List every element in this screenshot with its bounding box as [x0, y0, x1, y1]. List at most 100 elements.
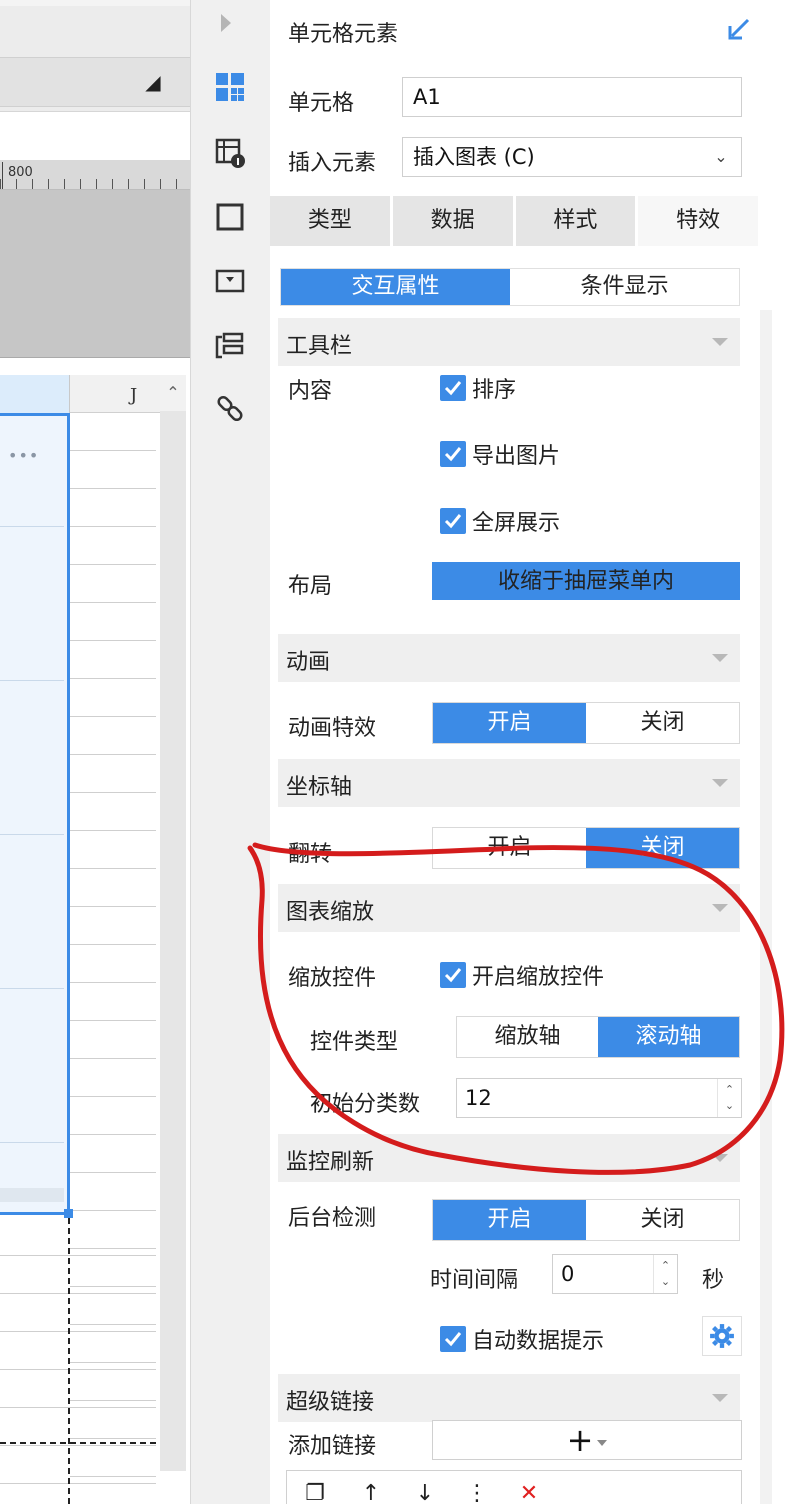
subtab-condition[interactable]: 条件显示: [510, 269, 739, 305]
move-up-icon[interactable]: ↑: [357, 1479, 385, 1504]
interval-unit: 秒: [702, 1268, 725, 1293]
property-tabs: 类型 数据 样式 特效: [270, 196, 758, 246]
fullscreen-checkbox[interactable]: 全屏展示: [440, 505, 560, 537]
enable-zoom-checkbox[interactable]: 开启缩放控件: [440, 959, 604, 991]
section-monitor-refresh[interactable]: 监控刷新: [278, 1134, 740, 1182]
cell-input[interactable]: A1: [402, 77, 742, 117]
auto-data-tip-checkbox[interactable]: 自动数据提示: [440, 1323, 604, 1355]
detect-off-option[interactable]: 关闭: [586, 1200, 739, 1240]
export-image-checkbox[interactable]: 导出图片: [440, 438, 560, 470]
add-link-label: 添加链接: [288, 1434, 377, 1459]
gear-icon[interactable]: [702, 1316, 742, 1356]
tab-data[interactable]: 数据: [392, 196, 513, 246]
section-axis[interactable]: 坐标轴: [278, 759, 740, 807]
stepper-arrows-icon[interactable]: ⌃ ⌄: [653, 1255, 677, 1293]
effects-subtabs: 交互属性 条件显示: [280, 268, 740, 306]
section-caret-icon: [712, 904, 728, 912]
scroll-axis-option[interactable]: 滚动轴: [598, 1017, 739, 1057]
border-box-icon[interactable]: [211, 198, 249, 236]
horizontal-ruler: 800: [0, 160, 190, 190]
collapse-panel-icon[interactable]: [724, 14, 754, 44]
chevron-down-icon[interactable]: ⌄: [701, 138, 741, 176]
insert-element-value: 插入图表 (C): [413, 145, 535, 169]
format-painter-icon[interactable]: ◢: [140, 70, 166, 94]
checkbox-checked-icon: [440, 1326, 466, 1352]
flip-toggle: 开启 关闭: [432, 827, 740, 869]
background-detect-toggle: 开启 关闭: [432, 1199, 740, 1241]
sort-checkbox[interactable]: 排序: [440, 372, 516, 404]
cell-label: 单元格: [288, 91, 355, 116]
chart-cell-selection[interactable]: •••: [0, 413, 70, 1215]
tab-type[interactable]: 类型: [270, 196, 390, 246]
interval-value: 0: [561, 1262, 575, 1286]
widget-icon[interactable]: [211, 262, 249, 300]
section-caret-icon: [712, 1154, 728, 1162]
animation-off-option[interactable]: 关闭: [586, 703, 739, 743]
section-caret-icon: [712, 1394, 728, 1402]
expand-arrow-icon[interactable]: [221, 14, 231, 32]
tab-style[interactable]: 样式: [515, 196, 636, 246]
fullscreen-checkbox-label: 全屏展示: [472, 511, 561, 536]
cell-element-icon[interactable]: [211, 68, 249, 106]
column-header: J: [0, 375, 160, 413]
sheet-rows-below[interactable]: [0, 1218, 156, 1504]
plus-icon: +: [566, 1421, 594, 1459]
checkbox-checked-icon: [440, 375, 466, 401]
cell-style-icon[interactable]: [211, 326, 249, 364]
panel-title: 单元格元素: [288, 22, 399, 47]
resize-handle[interactable]: [64, 1209, 73, 1218]
layout-label: 布局: [288, 574, 333, 599]
detect-on-option[interactable]: 开启: [433, 1200, 586, 1240]
checkbox-checked-icon: [440, 441, 466, 467]
scroll-up-button[interactable]: ⌃: [160, 375, 186, 411]
section-chart-zoom[interactable]: 图表缩放: [278, 884, 740, 932]
vertical-scrollbar[interactable]: [160, 411, 186, 1471]
insert-element-select[interactable]: 插入图表 (C) ⌄: [402, 137, 742, 177]
sort-icon[interactable]: ⋮: [463, 1479, 491, 1504]
section-animation-title: 动画: [286, 650, 331, 675]
section-toolbar[interactable]: 工具栏: [278, 318, 740, 366]
layout-drawer-button[interactable]: 收缩于抽屉菜单内: [432, 562, 740, 600]
export-image-checkbox-label: 导出图片: [472, 444, 561, 469]
initial-category-count-label: 初始分类数: [310, 1092, 421, 1117]
interval-stepper[interactable]: 0 ⌃ ⌄: [552, 1254, 678, 1294]
section-hyperlink[interactable]: 超级链接: [278, 1374, 740, 1422]
animation-effect-label: 动画特效: [288, 716, 377, 741]
section-animation[interactable]: 动画: [278, 634, 740, 682]
subtab-interaction[interactable]: 交互属性: [281, 269, 510, 305]
content-label: 内容: [288, 379, 333, 404]
section-hyperlink-title: 超级链接: [286, 1390, 375, 1415]
flip-off-option[interactable]: 关闭: [586, 828, 739, 868]
column-j-label[interactable]: J: [130, 385, 137, 406]
chart-footer: [0, 1188, 64, 1202]
more-dots-icon[interactable]: •••: [8, 446, 39, 465]
cell-attribute-icon[interactable]: [211, 134, 249, 172]
sort-checkbox-label: 排序: [472, 378, 517, 403]
panel-scrollbar[interactable]: [760, 0, 790, 1504]
zoom-axis-option[interactable]: 缩放轴: [457, 1017, 598, 1057]
selected-column-header[interactable]: [0, 375, 70, 413]
hyperlink-icon[interactable]: [211, 390, 249, 428]
auto-data-tip-label: 自动数据提示: [472, 1329, 605, 1354]
initial-category-count-stepper[interactable]: 12 ⌃ ⌄: [456, 1078, 742, 1118]
section-chart-zoom-title: 图表缩放: [286, 900, 375, 925]
canvas-grey-area: [0, 190, 190, 358]
animation-on-option[interactable]: 开启: [433, 703, 586, 743]
panel-scrollbar-track[interactable]: [760, 310, 772, 1504]
move-down-icon[interactable]: ↓: [411, 1479, 439, 1504]
control-type-label: 控件类型: [310, 1030, 399, 1055]
tab-effects[interactable]: 特效: [638, 196, 758, 246]
report-canvas: ◢ 800 J ⌃ •••: [0, 0, 190, 1504]
delete-icon[interactable]: ✕: [515, 1479, 543, 1504]
dropdown-triangle-icon: [597, 1440, 608, 1446]
ruler-label: 800: [8, 165, 33, 180]
ruler-ticks: [0, 179, 190, 189]
initial-category-count-value: 12: [465, 1086, 492, 1110]
control-type-toggle: 缩放轴 滚动轴: [456, 1016, 740, 1058]
flip-on-option[interactable]: 开启: [433, 828, 586, 868]
toolbar-topline: [0, 0, 190, 6]
add-link-button[interactable]: +: [432, 1420, 742, 1460]
stepper-arrows-icon[interactable]: ⌃ ⌄: [717, 1079, 741, 1117]
copy-icon[interactable]: ❐: [301, 1479, 329, 1504]
section-caret-icon: [712, 654, 728, 662]
